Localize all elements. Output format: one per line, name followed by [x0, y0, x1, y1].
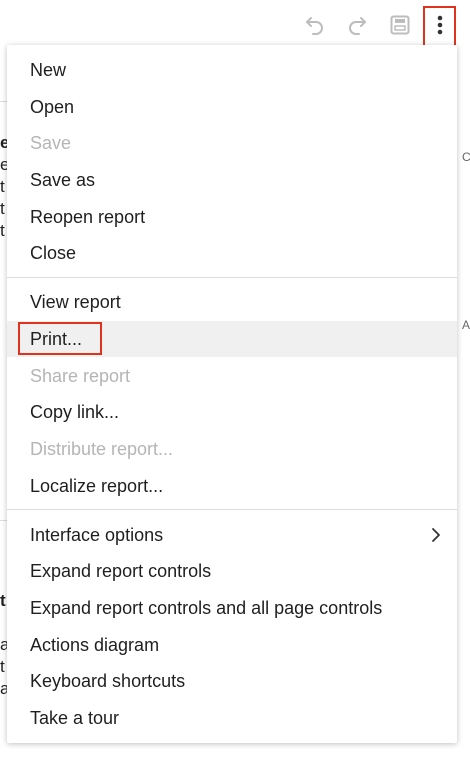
- menu-item-reopen-report[interactable]: Reopen report: [7, 199, 457, 235]
- menu-divider: [7, 277, 457, 278]
- menu-divider: [7, 509, 457, 510]
- bg-text-fragment: t: [0, 221, 5, 240]
- menu-item-label: Interface options: [30, 524, 164, 545]
- menu-item-copy-link[interactable]: Copy link...: [7, 394, 457, 430]
- menu-item-close[interactable]: Close: [7, 235, 457, 271]
- chevron-right-icon: [429, 527, 443, 548]
- step2-highlight-box: [18, 322, 102, 355]
- menu-item-distribute-report: Distribute report...: [30, 438, 174, 459]
- menu-item-expand-all-controls[interactable]: Expand report controls and all page cont…: [7, 590, 457, 626]
- step1-highlight-box: [423, 6, 456, 47]
- bg-text-fragment: t: [0, 657, 5, 676]
- menu-item-interface-options[interactable]: Interface options: [7, 517, 457, 553]
- bg-text-fragment: t: [0, 591, 6, 610]
- menu-item-save-as[interactable]: Save as: [7, 162, 457, 198]
- menu-item-view-report[interactable]: View report: [7, 284, 457, 320]
- redo-icon: [345, 13, 369, 37]
- bg-text-fragment: t: [0, 177, 5, 196]
- menu-item-actions-diagram[interactable]: Actions diagram: [7, 627, 457, 663]
- bg-text-fragment: A: [462, 318, 470, 332]
- menu-item-expand-report-controls[interactable]: Expand report controls: [7, 553, 457, 589]
- bg-text-fragment: C: [462, 150, 470, 164]
- save-toolbar-button[interactable]: [387, 12, 413, 38]
- undo-icon: [303, 13, 327, 37]
- report-toolbar: [0, 0, 470, 48]
- undo-button[interactable]: [302, 12, 328, 38]
- menu-item-new[interactable]: New: [7, 52, 457, 88]
- menu-item-share-report: Share report: [30, 365, 131, 386]
- menu-item-open[interactable]: Open: [7, 89, 457, 125]
- menu-item-save: Save: [30, 132, 72, 153]
- bg-text-fragment: t: [0, 199, 5, 218]
- menu-item-take-a-tour[interactable]: Take a tour: [7, 700, 457, 736]
- menu-item-localize-report[interactable]: Localize report...: [7, 468, 457, 504]
- redo-button[interactable]: [344, 12, 370, 38]
- more-options-menu: New Open Save Save as Reopen report Clos…: [7, 45, 457, 743]
- menu-item-keyboard-shortcuts[interactable]: Keyboard shortcuts: [7, 663, 457, 699]
- save-icon: [389, 14, 411, 36]
